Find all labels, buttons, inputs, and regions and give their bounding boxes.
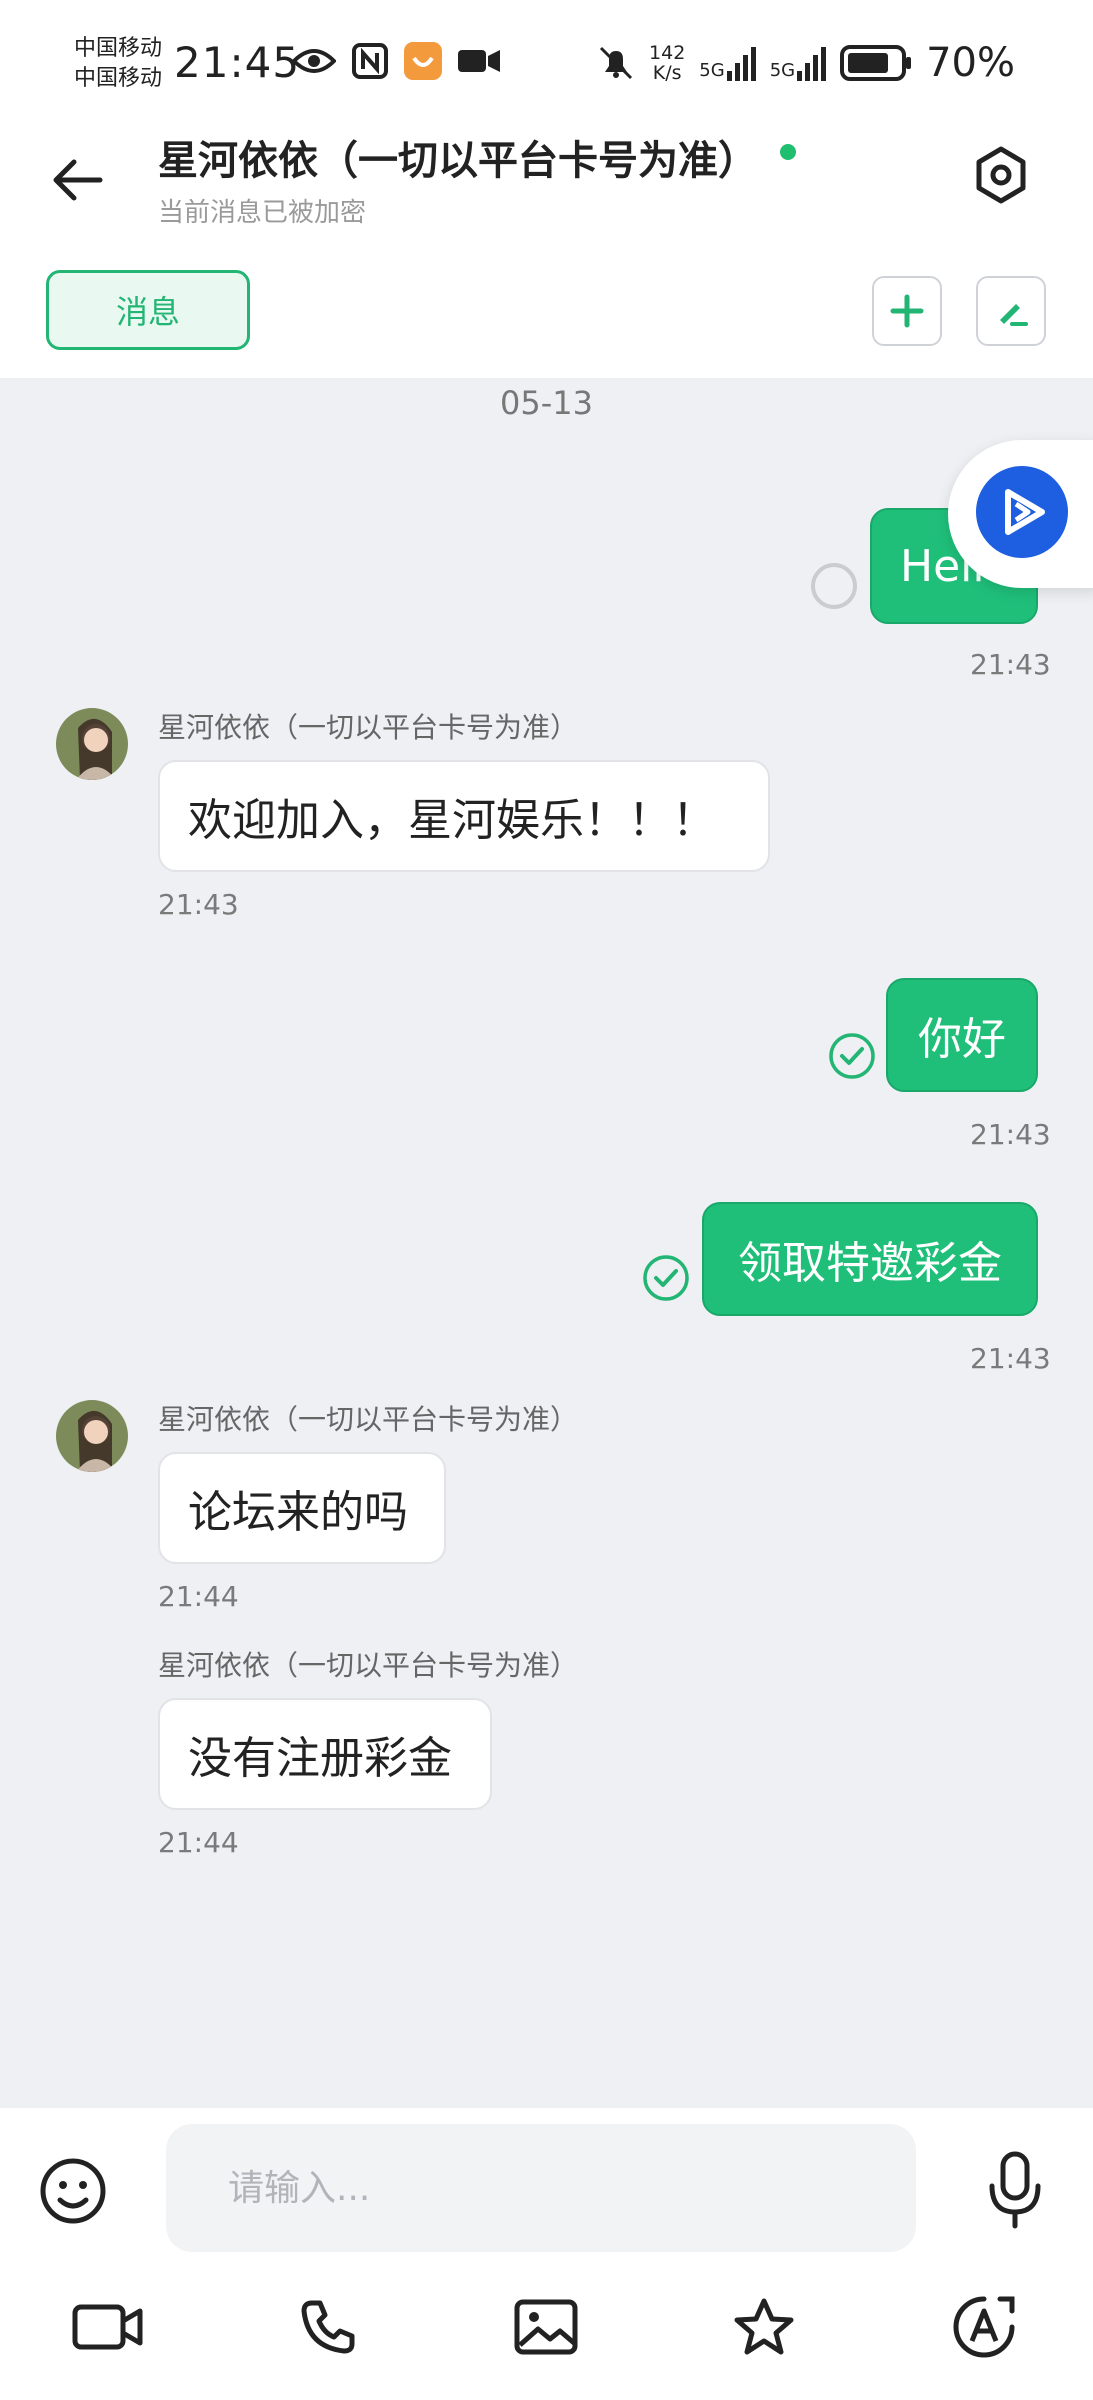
message-bubble-outgoing[interactable]: 领取特邀彩金 [702,1202,1038,1316]
message-time: 21:44 [158,1826,239,1859]
tab-row: 消息 [0,250,1093,378]
message-time: 21:43 [158,888,239,921]
sender-name: 星河依依（一切以平台卡号为准） [158,1403,579,1436]
image-button[interactable] [506,2292,586,2362]
star-icon [734,2298,794,2355]
pencil-icon [1000,304,1028,326]
read-check-icon [829,1033,875,1079]
floating-assistant-button[interactable] [948,440,1093,588]
image-icon [514,2299,578,2355]
eye-icon [292,49,336,73]
network-speed: 142 K/s [649,43,685,83]
voice-call-button[interactable] [288,2292,368,2362]
speed-value: 142 [649,42,686,64]
app-badge-icon [404,42,442,80]
microphone-icon[interactable] [980,2150,1050,2230]
date-separator: 05-13 [500,384,593,422]
signal-bars-icon [726,45,756,81]
back-arrow-icon[interactable] [48,150,108,210]
message-time: 21:43 [970,1118,1051,1151]
avatar[interactable] [56,708,128,780]
message-bubble-incoming[interactable]: 论坛来的吗 [158,1452,446,1564]
favorite-button[interactable] [724,2292,804,2362]
status-bar: 中国移动 中国移动 21:45 142 K/s 5G 5G 70% [0,0,1093,130]
video-call-button[interactable] [68,2292,148,2362]
online-status-dot [780,144,796,160]
network-type-2: 5G [769,60,796,81]
message-time: 21:43 [970,1342,1051,1375]
translate-icon [953,2296,1015,2358]
tab-messages[interactable]: 消息 [46,270,250,350]
status-icons-left [292,42,500,80]
encryption-notice: 当前消息已被加密 [158,198,367,228]
carrier-2: 中国移动 [74,66,163,91]
mute-bell-icon [599,46,633,80]
status-time: 21:45 [174,38,301,87]
avatar[interactable] [56,1400,128,1472]
edit-button[interactable] [976,276,1046,346]
pending-status-icon [811,563,857,609]
video-icon [72,2304,143,2350]
avatar-image [56,708,128,780]
status-icons-right: 142 K/s 5G 5G 70% [597,40,1015,86]
carrier-1: 中国移动 [74,36,163,61]
chat-area[interactable]: 05-13 Hello 21:43 星河依依（一切以平台卡号为准） 欢迎加入，星… [0,378,1093,2108]
add-button[interactable] [872,276,942,346]
signal-1: 5G [699,45,756,81]
message-bubble-incoming[interactable]: 欢迎加入，星河娱乐！！！ [158,760,770,872]
bottom-toolbar [0,2268,1093,2400]
translate-button[interactable] [944,2292,1024,2362]
play-logo-icon [976,466,1068,558]
battery-percent: 70% [926,40,1015,86]
battery-icon [840,45,912,81]
carrier-labels: 中国移动 中国移动 [74,34,162,94]
network-type-1: 5G [699,60,725,81]
plus-icon [890,294,924,328]
settings-hexagon-icon[interactable] [970,144,1032,206]
sender-name: 星河依依（一切以平台卡号为准） [158,1649,579,1682]
read-check-icon [643,1255,689,1301]
message-bubble-outgoing[interactable]: 你好 [886,978,1038,1092]
message-time: 21:43 [970,648,1051,681]
input-bar [0,2108,1093,2268]
camera-icon [458,50,500,72]
sender-name: 星河依依（一切以平台卡号为准） [158,711,579,744]
message-time: 21:44 [158,1580,239,1613]
speed-unit: K/s [652,62,682,84]
contact-name[interactable]: 星河依依（一切以平台卡号为准） [158,128,758,186]
message-input[interactable] [166,2124,916,2252]
message-bubble-incoming[interactable]: 没有注册彩金 [158,1698,492,1810]
signal-2: 5G [769,45,827,81]
emoji-icon[interactable] [38,2156,108,2226]
chat-header: 星河依依（一切以平台卡号为准） 当前消息已被加密 [0,120,1093,250]
nfc-icon [352,43,388,79]
avatar-image [56,1400,128,1472]
phone-icon [301,2300,355,2354]
signal-bars-icon [797,45,827,81]
